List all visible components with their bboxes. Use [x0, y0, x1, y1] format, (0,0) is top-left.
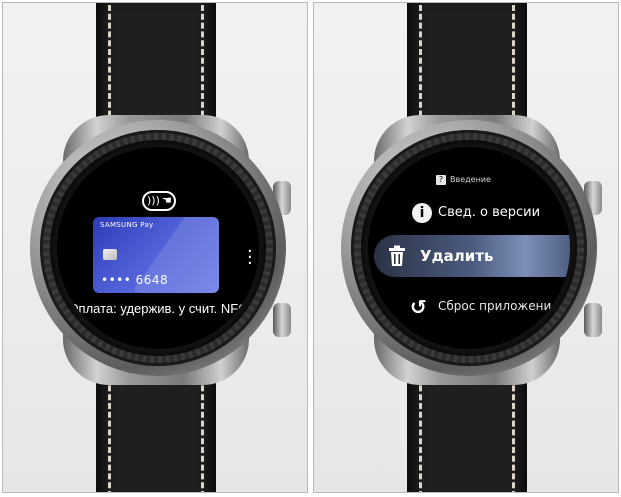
watch-crown-bottom[interactable]	[273, 303, 291, 337]
left-photo-panel: ))) ☚ SAMSUNG Pay •••• 6648 · · · Оплата: …	[2, 2, 308, 493]
card-number: •••• 6648	[101, 273, 169, 287]
more-vertical-icon[interactable]: · · ·	[247, 243, 253, 273]
reset-icon: ↺	[410, 295, 427, 319]
right-photo-panel: ? Введение i Свед. о версии Удалить ↺ Сбр…	[313, 2, 619, 493]
contactless-icon: ))) ☚	[142, 191, 176, 211]
menu-item-version-info-label: Свед. о версии	[438, 205, 541, 220]
help-icon: ?	[436, 175, 446, 185]
pay-instruction-text: Оплата: удержив. у счит. NFC	[68, 301, 248, 316]
menu-item-delete[interactable]: Удалить	[374, 235, 570, 277]
menu-item-intro[interactable]: ? Введение	[436, 173, 491, 187]
menu-item-version-info[interactable]: i Свед. о версии	[368, 199, 570, 227]
menu-item-delete-label: Удалить	[420, 247, 494, 265]
watch-screen-menu: ? Введение i Свед. о версии Удалить ↺ Сбр…	[368, 147, 570, 349]
menu-item-reset-app-label: Сброс приложени	[438, 299, 552, 313]
menu-item-reset-app[interactable]: ↺ Сброс приложени	[368, 293, 570, 321]
card-brand: SAMSUNG Pay	[100, 221, 154, 229]
watch-crown-bottom[interactable]	[584, 303, 602, 337]
menu-item-intro-label: Введение	[450, 175, 491, 184]
info-icon: i	[412, 203, 432, 223]
payment-card[interactable]: SAMSUNG Pay •••• 6648	[93, 217, 219, 293]
card-chip-icon	[103, 249, 117, 260]
trash-icon	[389, 245, 405, 266]
watch-screen-pay: ))) ☚ SAMSUNG Pay •••• 6648 · · · Оплата: …	[57, 147, 259, 349]
